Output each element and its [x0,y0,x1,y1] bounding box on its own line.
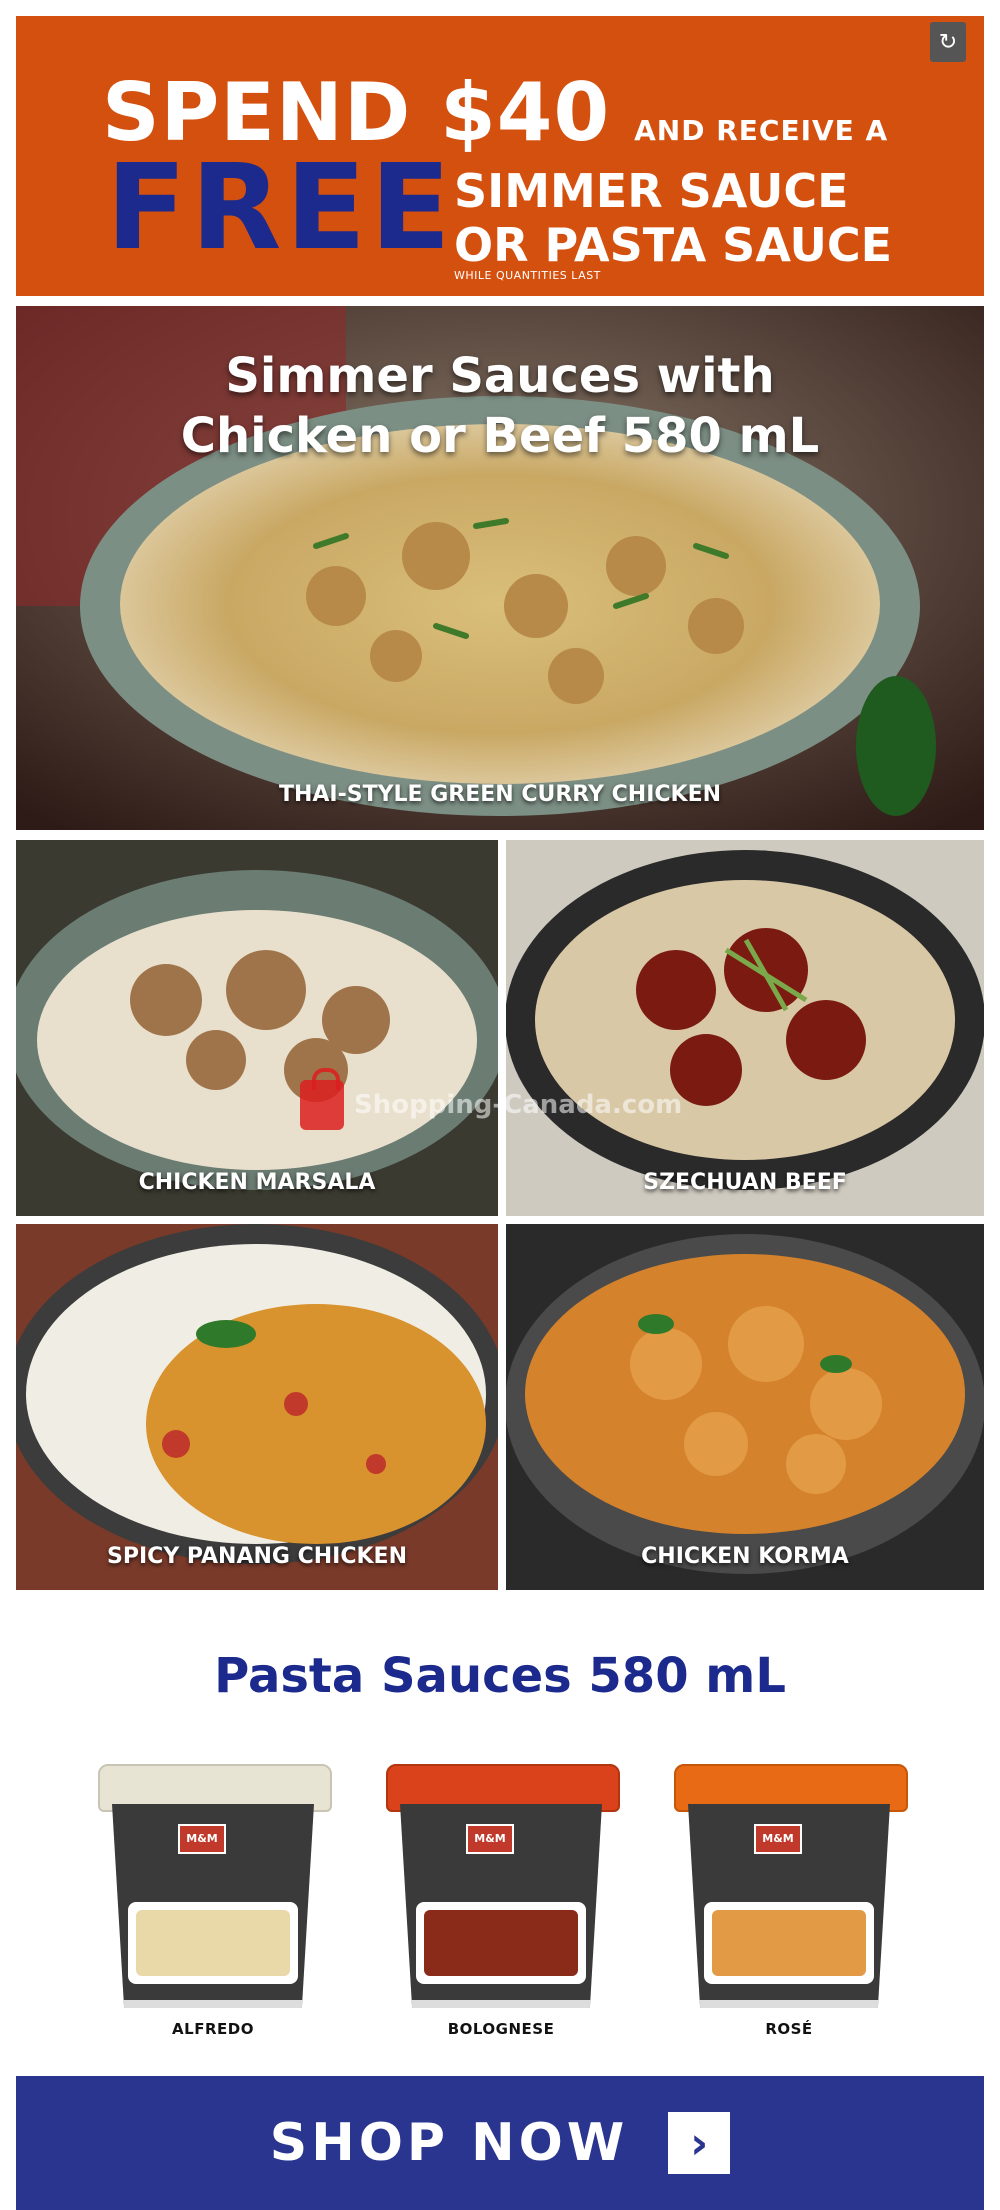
product-label: ALFREDO [172,2020,254,2038]
tile-label: CHICKEN MARSALA [138,1170,376,1195]
tile-chicken-marsala[interactable]: CHICKEN MARSALA [16,840,498,1216]
brand-logo: M&M [466,1824,514,1854]
receive-text: AND RECEIVE A [634,114,889,147]
product-alfredo[interactable]: M&M [98,1764,332,2008]
watermark: Shopping-Canada.com [300,1068,683,1130]
chevron-right-icon: › [668,2112,731,2174]
rose-food-image [712,1910,866,1976]
fine-print: WHILE QUANTITIES LAST [454,269,601,282]
tile-label: SZECHUAN BEEF [643,1170,847,1195]
offer-lines: SIMMER SAUCE OR PASTA SAUCE [454,164,892,272]
tile-chicken-korma[interactable]: CHICKEN KORMA [506,1224,984,1590]
offer-line-2: OR PASTA SAUCE [454,218,893,272]
tile-szechuan-beef[interactable]: SZECHUAN BEEF [506,840,984,1216]
szechuan-beef-photo [506,840,984,1216]
tile-spicy-panang-chicken[interactable]: SPICY PANANG CHICKEN [16,1224,498,1590]
chicken-marsala-photo [16,840,498,1216]
tile-label: SPICY PANANG CHICKEN [107,1544,407,1569]
hero-title-line-2: Chicken or Beef 580 mL [180,408,820,464]
pasta-title: Pasta Sauces 580 mL [214,1648,786,1704]
alfredo-food-image [136,1910,290,1976]
hero-title-line-1: Simmer Sauces with [225,348,775,404]
product-label: BOLOGNESE [447,2020,555,2038]
offer-line-1: SIMMER SAUCE [454,164,849,218]
product-rose[interactable]: M&M [674,1764,908,2008]
tile-label: CHICKEN KORMA [641,1544,849,1569]
shop-now-label: SHOP NOW [269,2113,629,2173]
panang-chicken-photo [16,1224,498,1590]
share-icon[interactable]: ↻ [930,22,966,62]
shop-now-button[interactable]: SHOP NOW › [16,2076,984,2210]
shopping-bag-icon [300,1068,344,1130]
tub-window [128,1902,298,1984]
tub-window [416,1902,586,1984]
brand-logo: M&M [754,1824,802,1854]
hero-caption: THAI-STYLE GREEN CURRY CHICKEN [278,782,722,807]
chicken-korma-photo [506,1224,984,1590]
hero-title: Simmer Sauces with Chicken or Beef 580 m… [16,346,984,466]
watermark-text: Shopping-Canada.com [354,1090,683,1120]
promo-banner: SPEND $40 AND RECEIVE A FREE SIMMER SAUC… [16,16,984,296]
tub-window [704,1902,874,1984]
product-label: ROSÉ [765,2020,813,2038]
free-text: FREE [106,138,455,276]
product-bolognese[interactable]: M&M [386,1764,620,2008]
bolognese-food-image [424,1910,578,1976]
hero-tile[interactable]: Simmer Sauces with Chicken or Beef 580 m… [16,306,984,830]
brand-logo: M&M [178,1824,226,1854]
